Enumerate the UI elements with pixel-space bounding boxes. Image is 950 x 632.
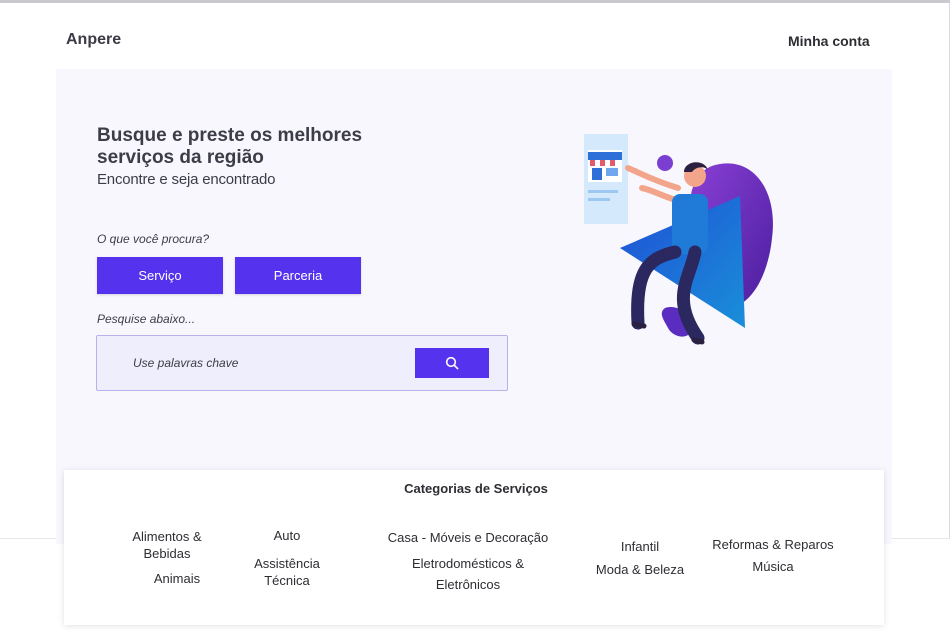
- category-animais[interactable]: Animais: [142, 570, 212, 587]
- category-moda-beleza[interactable]: Moda & Beleza: [585, 561, 695, 578]
- search-button[interactable]: [415, 348, 489, 378]
- hero-subtitle: Encontre e seja encontrado: [97, 171, 276, 188]
- category-assistencia-tecnica[interactable]: Assistência Técnica: [243, 555, 331, 589]
- search-label: Pesquise abaixo...: [97, 312, 196, 326]
- hero-illustration: [584, 134, 773, 345]
- category-eletrodomesticos-eletronicos[interactable]: Eletrodomésticos & Eletrônicos: [398, 553, 538, 595]
- category-infantil[interactable]: Infantil: [600, 538, 680, 555]
- search-box: [96, 335, 508, 391]
- site-logo[interactable]: Anpere: [66, 31, 121, 49]
- account-link[interactable]: Minha conta: [788, 33, 870, 49]
- search-type-question: O que você procura?: [97, 232, 210, 246]
- parceria-button[interactable]: Parceria: [235, 257, 361, 294]
- window-top-border: [0, 0, 950, 3]
- search-input[interactable]: [133, 351, 403, 375]
- storefront-icon: [584, 134, 628, 224]
- servico-button[interactable]: Serviço: [97, 257, 223, 294]
- categories-title: Categorias de Serviços: [404, 481, 548, 496]
- category-casa-moveis-decoracao[interactable]: Casa - Móveis e Decoração: [382, 529, 554, 546]
- hero-title: Busque e preste os melhores serviços da …: [97, 125, 363, 168]
- category-musica[interactable]: Música: [738, 558, 808, 575]
- category-reformas-reparos[interactable]: Reformas & Reparos: [700, 536, 846, 553]
- category-auto[interactable]: Auto: [258, 527, 316, 544]
- search-icon: [445, 356, 459, 370]
- category-alimentos-bebidas[interactable]: Alimentos & Bebidas: [122, 528, 212, 562]
